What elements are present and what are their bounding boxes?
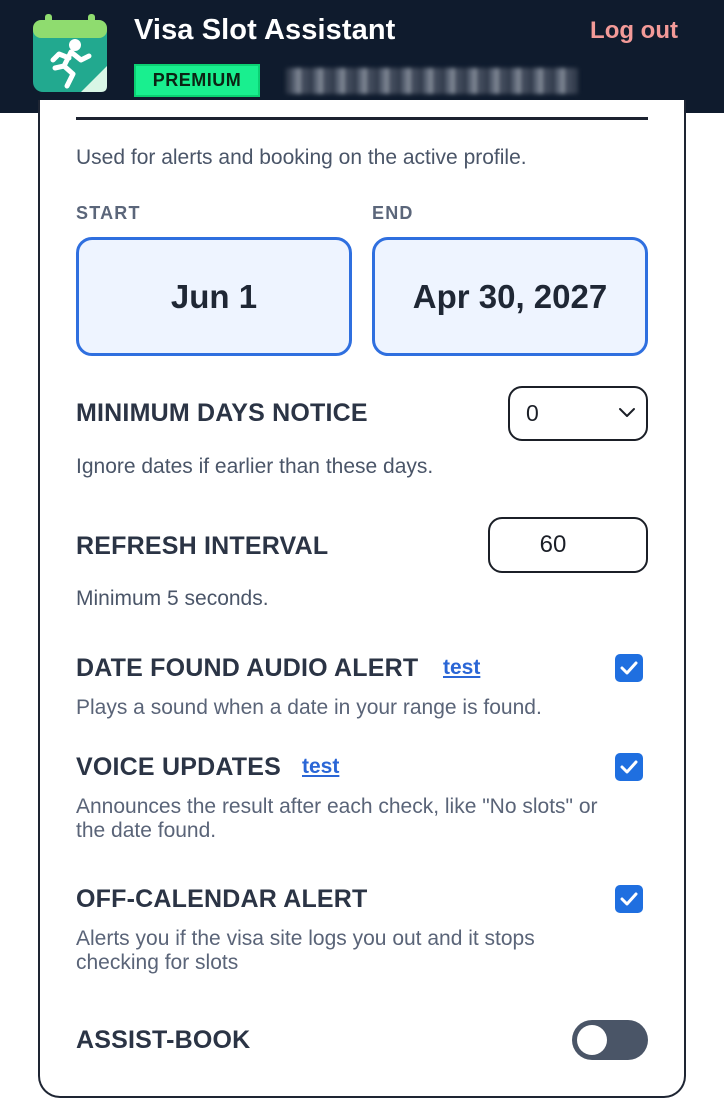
audio-alert-checkbox[interactable] (615, 654, 643, 682)
voice-updates-checkbox[interactable] (615, 753, 643, 781)
audio-alert-label: DATE FOUND AUDIO ALERT (76, 654, 419, 682)
off-calendar-help-line2: checking for slots (76, 951, 239, 974)
refresh-interval-label: REFRESH INTERVAL (76, 532, 329, 560)
off-calendar-label: OFF-CALENDAR ALERT (76, 885, 368, 913)
end-date-value: Apr 30, 2027 (412, 277, 608, 315)
app-title: Visa Slot Assistant (134, 14, 396, 46)
start-date-field[interactable]: Jun 1 (76, 237, 352, 356)
off-calendar-checkbox[interactable] (615, 885, 643, 913)
toggle-knob (577, 1025, 607, 1055)
voice-updates-test-link[interactable]: test (302, 755, 339, 779)
runner-calendar-icon (33, 14, 107, 92)
assist-book-label: ASSIST-BOOK (76, 1026, 251, 1054)
end-label: END (372, 203, 414, 223)
start-date-value: Jun 1 (170, 277, 258, 315)
voice-updates-help-line2: the date found. (76, 819, 217, 842)
checkmark-icon (620, 892, 638, 906)
min-days-select[interactable]: 0 (508, 386, 648, 441)
voice-updates-help-line1: Announces the result after each check, l… (76, 795, 598, 818)
chevron-down-icon (619, 408, 635, 417)
off-calendar-help-line1: Alerts you if the visa site logs you out… (76, 927, 535, 950)
refresh-interval-help: Minimum 5 seconds. (76, 587, 269, 610)
refresh-interval-input[interactable]: 60 (488, 517, 648, 573)
end-date-field[interactable]: Apr 30, 2027 (372, 237, 648, 356)
min-days-help: Ignore dates if earlier than these days. (76, 455, 434, 478)
checkmark-icon (620, 661, 638, 675)
section-divider (76, 117, 648, 120)
checkmark-icon (620, 760, 638, 774)
app-header: Visa Slot Assistant PREMIUM Log out (0, 0, 724, 113)
logout-link[interactable]: Log out (590, 17, 678, 45)
premium-badge: PREMIUM (134, 64, 260, 97)
refresh-interval-value: 60 (539, 531, 567, 558)
audio-alert-test-link[interactable]: test (443, 656, 480, 680)
voice-updates-label: VOICE UPDATES (76, 753, 281, 781)
assist-book-toggle[interactable] (572, 1020, 648, 1060)
min-days-value: 0 (526, 400, 539, 426)
min-days-label: MINIMUM DAYS NOTICE (76, 399, 368, 427)
audio-alert-help: Plays a sound when a date in your range … (76, 696, 542, 719)
start-label: START (76, 203, 141, 223)
redacted-user-email (286, 68, 578, 94)
date-range-help: Used for alerts and booking on the activ… (76, 146, 527, 169)
